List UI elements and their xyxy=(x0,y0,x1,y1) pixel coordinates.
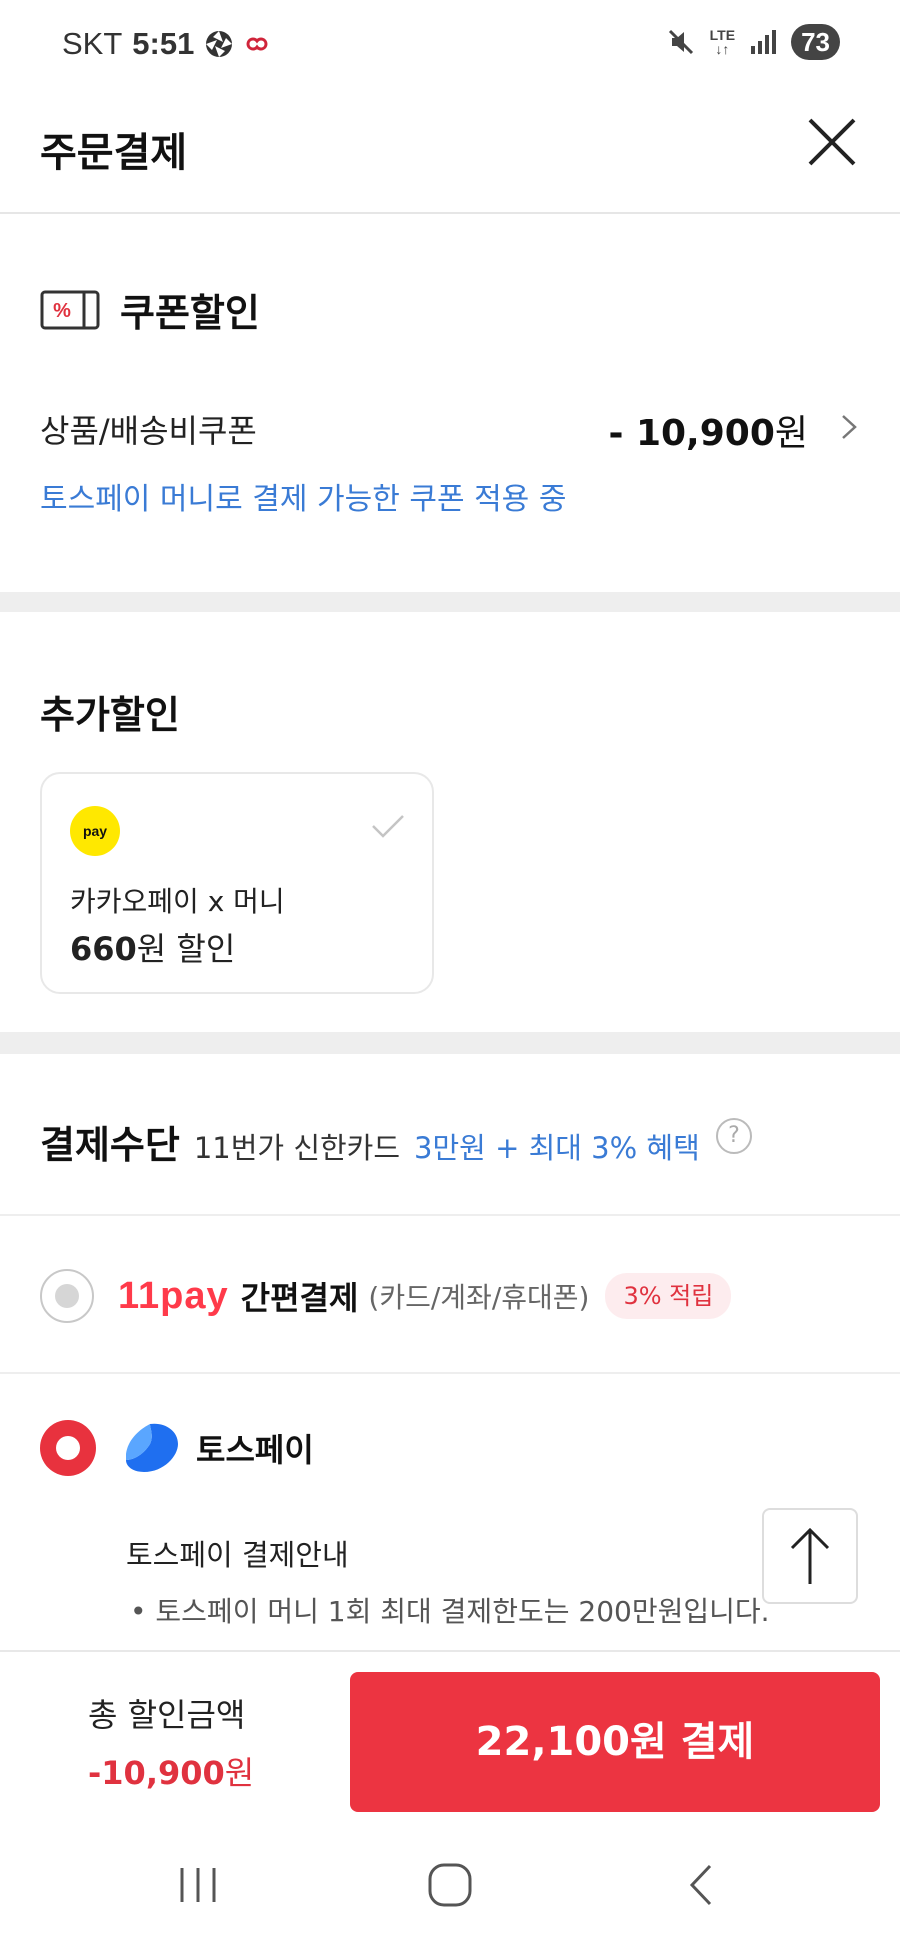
total-discount-value: -10,900 xyxy=(88,1754,225,1792)
lte-indicator: LTE ↓↑ xyxy=(710,28,735,56)
option-name: 토스페이 xyxy=(196,1431,314,1469)
total-discount-amount: -10,900원 xyxy=(88,1748,254,1794)
status-left: SKT 5:51 xyxy=(62,26,270,62)
payment-heading: 결제수단 11번가 신한카드 3만원 + 최대 3% 혜택 xyxy=(40,1114,700,1169)
svg-text:%: % xyxy=(53,300,71,322)
coupon-title: 쿠폰할인 xyxy=(120,291,260,335)
tosspay-guide-item: • 토스페이 머니 1회 최대 결제한도는 200만원입니다. xyxy=(130,1595,770,1628)
extra-discount-section: 추가할인 pay 카카오페이 x 머니 660원 할인 xyxy=(0,612,900,1032)
kakaopay-logo-icon: pay xyxy=(70,806,120,856)
tosspay-guide-title: 토스페이 결제안내 xyxy=(126,1538,349,1572)
coupon-row[interactable]: 상품/배송비쿠폰 - 10,900원 xyxy=(40,406,860,454)
payment-option-tosspay[interactable]: 토스페이 xyxy=(40,1420,314,1476)
mute-icon xyxy=(668,29,693,55)
payment-promo-highlight[interactable]: 3만원 + 최대 3% 혜택 xyxy=(414,1125,700,1167)
payment-title: 결제수단 xyxy=(40,1123,180,1167)
help-icon[interactable]: ? xyxy=(716,1118,752,1154)
system-nav-bar xyxy=(0,1816,900,1950)
clock: 5:51 xyxy=(132,26,195,61)
divider-line xyxy=(0,1214,900,1216)
coupon-amount-unit: 원 xyxy=(774,413,808,454)
data-arrows-icon: ↓↑ xyxy=(715,41,730,57)
card-name: 카카오페이 x 머니 xyxy=(70,885,285,918)
check-icon xyxy=(372,815,404,838)
battery-indicator: 73 xyxy=(791,24,840,60)
carrier-name: SKT xyxy=(62,26,123,61)
back-icon[interactable] xyxy=(672,1862,732,1908)
coupon-note: 토스페이 머니로 결제 가능한 쿠폰 적용 중 xyxy=(40,482,567,517)
extra-discount-title: 추가할인 xyxy=(40,693,180,737)
total-discount-label: 총 할인금액 xyxy=(88,1696,246,1734)
status-right: LTE ↓↑ 73 xyxy=(666,24,840,60)
pay-button[interactable]: 22,100원 결제 xyxy=(350,1672,880,1812)
total-discount-unit: 원 xyxy=(224,1754,255,1792)
payment-promo-text: 11번가 신한카드 xyxy=(193,1131,401,1165)
page-title: 주문결제 xyxy=(40,130,188,176)
11pay-logo: 11pay xyxy=(118,1275,229,1318)
chevron-right-icon[interactable] xyxy=(838,412,860,442)
radio-button-tosspay[interactable] xyxy=(40,1420,96,1476)
payment-option-11pay[interactable]: 11pay 간편결제 (카드/계좌/휴대폰) 3% 적립 xyxy=(40,1266,900,1326)
card-discount-amount: 660 xyxy=(70,930,137,968)
recent-apps-icon[interactable] xyxy=(168,1862,228,1908)
section-divider xyxy=(0,1032,900,1054)
tosspay-logo-icon xyxy=(126,1423,178,1472)
option-name: 간편결제 xyxy=(240,1279,359,1317)
11pay-logo-word: pay xyxy=(160,1274,229,1317)
option-sub: (카드/계좌/휴대폰) xyxy=(368,1281,590,1314)
divider-line xyxy=(0,1372,900,1374)
card-discount-suffix: 원 할인 xyxy=(136,930,236,968)
page-header: 주문결제 xyxy=(0,92,900,214)
11pay-logo-number: 11 xyxy=(118,1274,161,1317)
network-label: LTE xyxy=(709,27,736,43)
card-discount: 660원 할인 xyxy=(70,924,235,970)
coupon-amount-value: - 10,900 xyxy=(608,413,775,454)
coupon-amount: - 10,900원 xyxy=(608,404,808,456)
coupon-heading: % 쿠폰할인 xyxy=(40,282,260,337)
section-divider xyxy=(0,592,900,612)
home-icon[interactable] xyxy=(420,1862,480,1908)
reward-badge: 3% 적립 xyxy=(605,1273,732,1319)
coupon-section: % 쿠폰할인 상품/배송비쿠폰 - 10,900원 토스페이 머니로 결제 가능… xyxy=(0,216,900,592)
scroll-to-top-button[interactable] xyxy=(762,1508,858,1604)
aperture-icon xyxy=(206,31,233,57)
radio-button-11pay[interactable] xyxy=(40,1269,94,1323)
coupon-icon: % xyxy=(40,290,100,329)
status-bar: SKT 5:51 LTE ↓↑ 73 xyxy=(0,0,900,92)
checkout-bar: 총 할인금액 -10,900원 22,100원 결제 xyxy=(0,1650,900,1816)
app-notification-icon xyxy=(246,37,268,51)
arrow-up-icon xyxy=(790,1527,830,1584)
kakaopay-discount-card[interactable]: pay 카카오페이 x 머니 660원 할인 xyxy=(40,772,434,994)
signal-icon xyxy=(751,30,777,54)
close-icon[interactable] xyxy=(804,114,860,170)
coupon-row-label: 상품/배송비쿠폰 xyxy=(40,412,257,450)
